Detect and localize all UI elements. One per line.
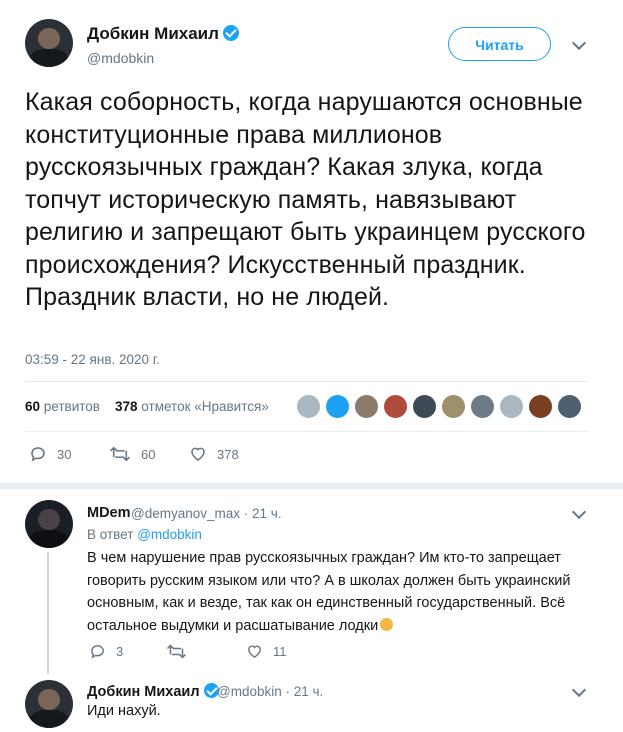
retweet-button[interactable] <box>166 643 197 660</box>
reply-button[interactable]: 30 <box>29 445 71 463</box>
verified-badge-icon <box>222 25 239 41</box>
reply-text: В чем нарушение прав русскоязычных гражд… <box>87 550 571 634</box>
reply-icon <box>31 447 45 462</box>
reply-time[interactable]: · 21 ч. <box>286 684 324 699</box>
divider <box>25 381 588 382</box>
liker-avatar[interactable] <box>528 394 553 419</box>
chevron-down-icon[interactable] <box>571 35 587 51</box>
chevron-down-icon[interactable] <box>571 682 587 698</box>
reply-author-name[interactable]: MDem <box>87 505 131 521</box>
reply-time[interactable]: · 21 ч. <box>244 506 282 521</box>
liker-avatar[interactable] <box>557 394 582 419</box>
liker-avatar[interactable] <box>354 394 379 419</box>
reply-author-handle[interactable]: @mdobkin · 21 ч. <box>217 684 323 699</box>
liker-avatar[interactable] <box>441 394 466 419</box>
divider <box>25 431 588 432</box>
replying-to-link[interactable]: @mdobkin <box>137 527 202 542</box>
liker-avatar[interactable] <box>412 394 437 419</box>
reply-button[interactable]: 3 <box>89 643 123 660</box>
heart-icon <box>191 447 205 461</box>
author-handle[interactable]: @mdobkin <box>87 50 154 66</box>
liker-avatar[interactable] <box>325 394 350 419</box>
heart-icon <box>248 645 261 659</box>
retweets-stat[interactable]: 60 ретвитов <box>25 399 100 414</box>
author-avatar[interactable] <box>25 19 73 67</box>
follow-button[interactable]: Читать <box>448 27 551 61</box>
tweet-text: Какая соборность, когда нарушаются основ… <box>25 88 586 311</box>
emoji-icon <box>380 617 394 631</box>
reply-author-handle[interactable]: @demyanov_max · 21 ч. <box>131 506 282 521</box>
liker-avatar[interactable] <box>470 394 495 419</box>
reply-author-name[interactable]: Добкин Михаил <box>87 683 219 700</box>
reply-text: Иди нахуй. <box>87 703 161 719</box>
reply-avatar[interactable] <box>25 680 73 728</box>
liker-avatar[interactable] <box>383 394 408 419</box>
author-name[interactable]: Добкин Михаил <box>87 24 239 44</box>
divider <box>0 483 623 489</box>
liker-avatar[interactable] <box>296 394 321 419</box>
chevron-down-icon[interactable] <box>571 504 587 520</box>
reply-avatar[interactable] <box>25 500 73 548</box>
likes-stat[interactable]: 378 отметок «Нравится» <box>115 399 269 414</box>
like-button[interactable]: 378 <box>189 445 239 463</box>
liker-avatar[interactable] <box>499 394 524 419</box>
tweet-stats: 60 ретвитов 378 отметок «Нравится» <box>25 399 269 414</box>
thread-line <box>47 552 49 674</box>
replying-to: В ответ @mdobkin <box>87 527 202 542</box>
retweet-icon <box>110 446 130 462</box>
like-button[interactable]: 11 <box>246 643 287 660</box>
retweet-icon <box>166 644 187 659</box>
reply-icon <box>91 645 104 659</box>
retweet-button[interactable]: 60 <box>109 445 155 463</box>
tweet-timestamp[interactable]: 03:59 - 22 янв. 2020 г. <box>25 352 160 367</box>
